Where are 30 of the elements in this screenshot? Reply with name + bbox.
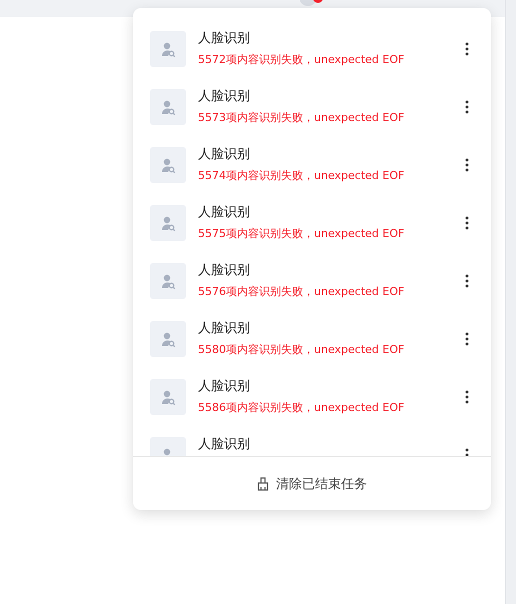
more-icon[interactable] [465,42,469,56]
error-message: 5580项内容识别失败，unexpected EOF [198,342,406,357]
face-search-icon [150,205,186,241]
task-title: 人脸识别 [198,205,251,220]
more-icon[interactable] [465,100,469,114]
error-message: 5586项内容识别失败，unexpected EOF [198,400,406,415]
task-title: 人脸识别 [198,89,251,104]
error-message: 5572项内容识别失败，unexpected EOF [198,52,406,67]
task-title: 人脸识别 [198,437,251,452]
more-icon[interactable] [465,390,469,404]
face-search-icon [150,379,186,415]
task-title: 人脸识别 [198,379,251,394]
task-title: 人脸识别 [198,263,251,278]
more-icon[interactable] [465,332,469,346]
error-message: 5574项内容识别失败，unexpected EOF [198,168,406,183]
more-icon[interactable] [465,274,469,288]
face-search-icon [150,321,186,357]
face-search-icon [150,89,186,125]
more-icon[interactable] [465,158,469,172]
face-search-icon [150,263,186,299]
clear-finished-button[interactable]: 清除已结束任务 [251,470,373,496]
face-search-icon [150,31,186,67]
task-title: 人脸识别 [198,31,251,46]
error-message: 5576项内容识别失败，unexpected EOF [198,284,406,299]
task-title: 人脸识别 [198,147,251,162]
more-icon[interactable] [465,216,469,230]
error-message: 5575项内容识别失败，unexpected EOF [198,226,406,241]
error-message: 5573项内容识别失败，unexpected EOF [198,110,406,125]
face-search-icon [150,147,186,183]
task-title: 人脸识别 [198,321,251,336]
